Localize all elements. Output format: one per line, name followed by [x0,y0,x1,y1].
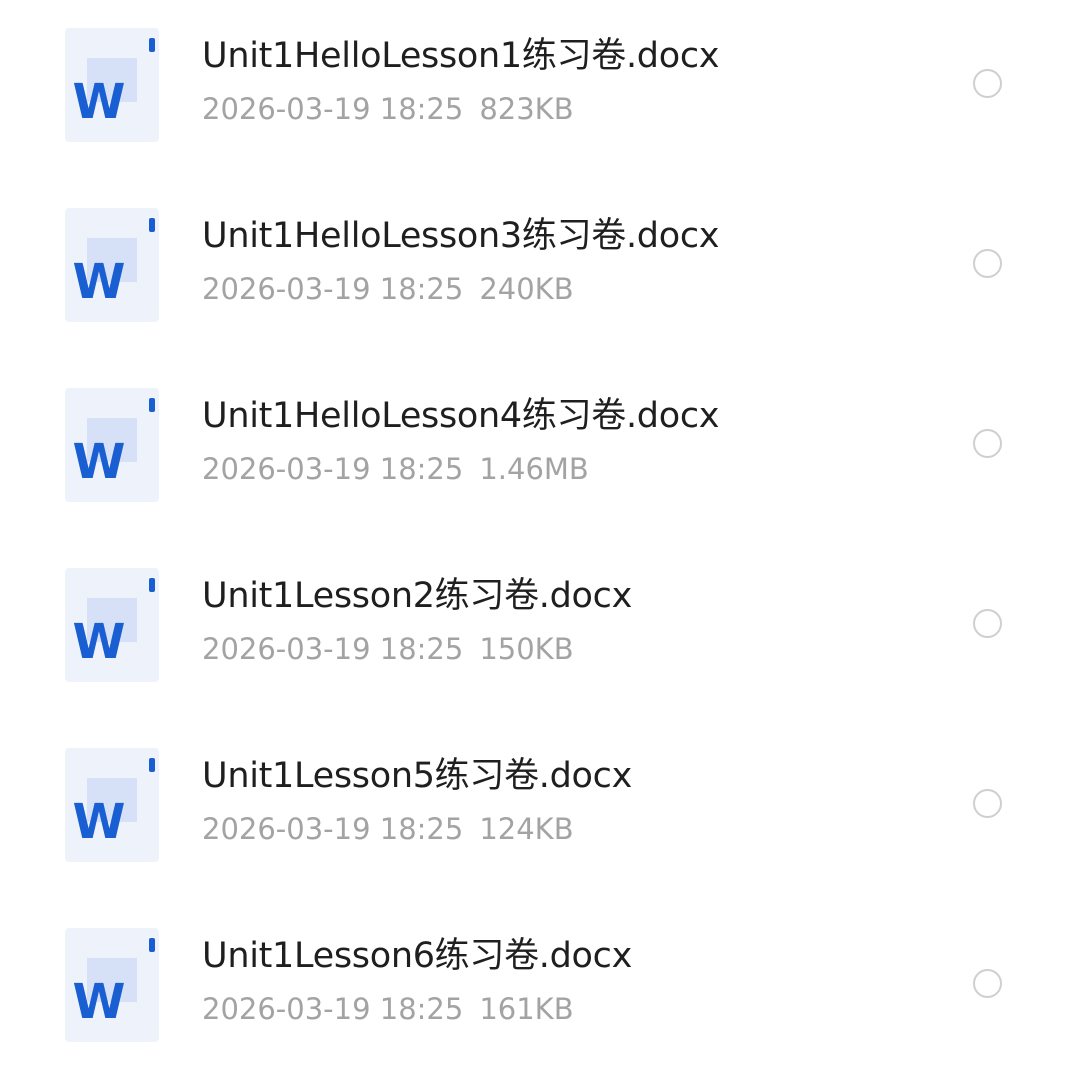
file-size: 823KB [479,92,574,126]
file-size: 150KB [479,632,574,666]
file-name: Unit1Lesson2练习卷.docx [202,576,632,616]
file-name: Unit1Lesson6练习卷.docx [202,936,632,976]
file-row[interactable]: W Unit1HelloLesson1练习卷.docx 2026-03-19 1… [0,0,1080,180]
word-icon-letter: W [73,794,126,850]
select-radio[interactable] [973,609,1002,638]
word-document-icon: W [65,568,159,682]
file-name: Unit1Lesson5练习卷.docx [202,756,632,796]
file-size: 124KB [479,812,574,846]
file-date: 2026-03-19 18:25 [202,632,464,666]
word-document-icon: W [65,28,159,142]
file-row[interactable]: W Unit1HelloLesson3练习卷.docx 2026-03-19 1… [0,180,1080,360]
select-radio[interactable] [973,429,1002,458]
file-meta: 2026-03-19 18:25 161KB [202,992,574,1026]
word-document-icon: W [65,208,159,322]
word-icon-letter: W [73,614,126,670]
word-document-icon: W [65,928,159,1042]
file-date: 2026-03-19 18:25 [202,992,464,1026]
file-meta: 2026-03-19 18:25 1.46MB [202,452,589,486]
file-date: 2026-03-19 18:25 [202,452,464,486]
file-name: Unit1HelloLesson1练习卷.docx [202,36,720,76]
select-radio[interactable] [973,69,1002,98]
word-document-icon: W [65,748,159,862]
file-name: Unit1HelloLesson4练习卷.docx [202,396,720,436]
file-list: W Unit1HelloLesson1练习卷.docx 2026-03-19 1… [0,0,1080,1066]
file-date: 2026-03-19 18:25 [202,812,464,846]
file-row[interactable]: W Unit1HelloLesson4练习卷.docx 2026-03-19 1… [0,360,1080,540]
word-icon-letter: W [73,974,126,1030]
file-row[interactable]: W Unit1Lesson6练习卷.docx 2026-03-19 18:25 1… [0,900,1080,1066]
word-icon-letter: W [73,254,126,310]
word-document-icon: W [65,388,159,502]
file-size: 161KB [479,992,574,1026]
file-size: 1.46MB [479,452,589,486]
file-meta: 2026-03-19 18:25 240KB [202,272,574,306]
file-row[interactable]: W Unit1Lesson5练习卷.docx 2026-03-19 18:25 1… [0,720,1080,900]
file-meta: 2026-03-19 18:25 124KB [202,812,574,846]
file-size: 240KB [479,272,574,306]
select-radio[interactable] [973,249,1002,278]
file-date: 2026-03-19 18:25 [202,272,464,306]
select-radio[interactable] [973,969,1002,998]
file-meta: 2026-03-19 18:25 823KB [202,92,574,126]
file-row[interactable]: W Unit1Lesson2练习卷.docx 2026-03-19 18:25 1… [0,540,1080,720]
word-icon-letter: W [73,74,126,130]
file-meta: 2026-03-19 18:25 150KB [202,632,574,666]
file-name: Unit1HelloLesson3练习卷.docx [202,216,720,256]
select-radio[interactable] [973,789,1002,818]
word-icon-letter: W [73,434,126,490]
file-date: 2026-03-19 18:25 [202,92,464,126]
